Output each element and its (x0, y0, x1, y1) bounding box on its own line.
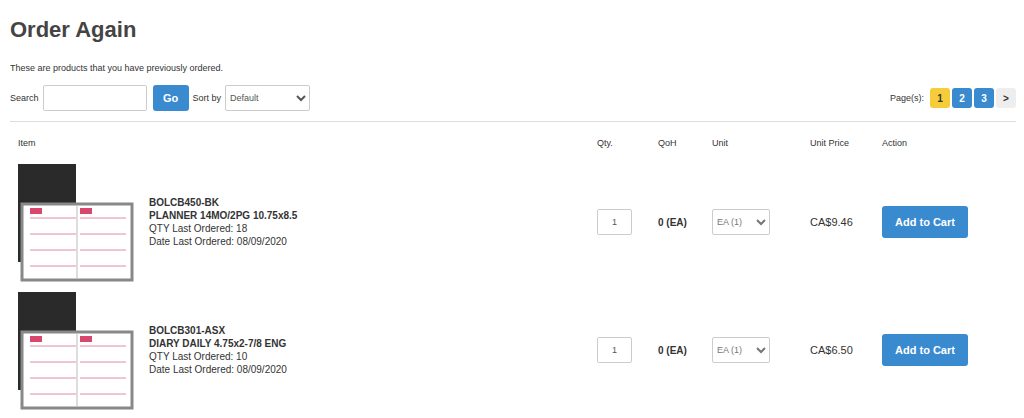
unit-price: CA$9.46 (810, 216, 853, 228)
item-last-date: Date Last Ordered: 08/09/2020 (149, 363, 287, 376)
product-image (18, 290, 134, 410)
page-button[interactable]: 2 (952, 88, 972, 108)
item-last-qty: QTY Last Ordered: 10 (149, 350, 287, 363)
item-sku: BOLCB450-BK (149, 196, 297, 209)
item-info: BOLCB301-ASXDIARY DAILY 4.75x2-7/8 ENGQT… (149, 324, 287, 376)
item-name: PLANNER 14MO/2PG 10.75x8.5 (149, 209, 297, 222)
item-name: DIARY DAILY 4.75x2-7/8 ENG (149, 337, 287, 350)
order-again-page: Order Again These are products that you h… (0, 0, 1024, 418)
next-page-button[interactable]: > (996, 88, 1016, 108)
item-info: BOLCB450-BKPLANNER 14MO/2PG 10.75x8.5QTY… (149, 196, 297, 248)
search-label: Search (10, 93, 39, 103)
table-row: BOLCB301-ASXDIARY DAILY 4.75x2-7/8 ENGQT… (10, 286, 1016, 414)
order-table: ItemQty.QoHUnitUnit PriceAction BOLCB450-… (10, 122, 1016, 414)
item-cell: BOLCB450-BKPLANNER 14MO/2PG 10.75x8.5QTY… (18, 162, 597, 282)
column-header: Qty. (597, 136, 658, 150)
page-title: Order Again (10, 16, 1016, 44)
unit-price: CA$6.50 (810, 344, 853, 356)
price-cell: CA$9.46 (810, 216, 882, 228)
search-input[interactable] (43, 85, 147, 111)
qoh-value: 0 (EA) (658, 345, 687, 356)
action-cell: Add to Cart (882, 206, 1016, 238)
pagination: Page(s): 123> (890, 88, 1016, 108)
column-header: Unit Price (810, 136, 882, 150)
item-last-date: Date Last Ordered: 08/09/2020 (149, 235, 297, 248)
product-image (18, 162, 134, 282)
item-sku: BOLCB301-ASX (149, 324, 287, 337)
add-to-cart-button[interactable]: Add to Cart (882, 334, 968, 366)
qty-cell (597, 337, 658, 363)
qty-cell (597, 209, 658, 235)
qoh-cell: 0 (EA) (658, 345, 712, 356)
item-cell: BOLCB301-ASXDIARY DAILY 4.75x2-7/8 ENGQT… (18, 290, 597, 410)
sort-select[interactable]: Default (225, 85, 310, 111)
controls-bar: Search Go Sort byDefault Page(s): 123> (10, 85, 1016, 122)
column-header: Unit (712, 136, 810, 150)
item-last-qty: QTY Last Ordered: 18 (149, 222, 297, 235)
column-header: Action (882, 136, 1016, 150)
unit-select[interactable]: EA (1) (712, 209, 770, 235)
column-header: Item (18, 136, 597, 150)
unit-cell: EA (1) (712, 209, 810, 235)
search-group: Search Go Sort byDefault (10, 85, 310, 111)
column-header: QoH (658, 136, 712, 150)
price-cell: CA$6.50 (810, 344, 882, 356)
page-button[interactable]: 1 (930, 88, 950, 108)
qty-input[interactable] (597, 209, 632, 235)
qoh-cell: 0 (EA) (658, 217, 712, 228)
unit-cell: EA (1) (712, 337, 810, 363)
table-row: BOLCB450-BKPLANNER 14MO/2PG 10.75x8.5QTY… (10, 158, 1016, 286)
page-subtitle: These are products that you have previou… (10, 62, 1016, 74)
add-to-cart-button[interactable]: Add to Cart (882, 206, 968, 238)
action-cell: Add to Cart (882, 334, 1016, 366)
page-button[interactable]: 3 (974, 88, 994, 108)
unit-select[interactable]: EA (1) (712, 337, 770, 363)
sort-label: Sort by (193, 93, 222, 103)
table-header: ItemQty.QoHUnitUnit PriceAction (10, 122, 1016, 158)
qoh-value: 0 (EA) (658, 217, 687, 228)
go-button[interactable]: Go (153, 85, 189, 111)
pages-label: Page(s): (890, 93, 924, 103)
qty-input[interactable] (597, 337, 632, 363)
